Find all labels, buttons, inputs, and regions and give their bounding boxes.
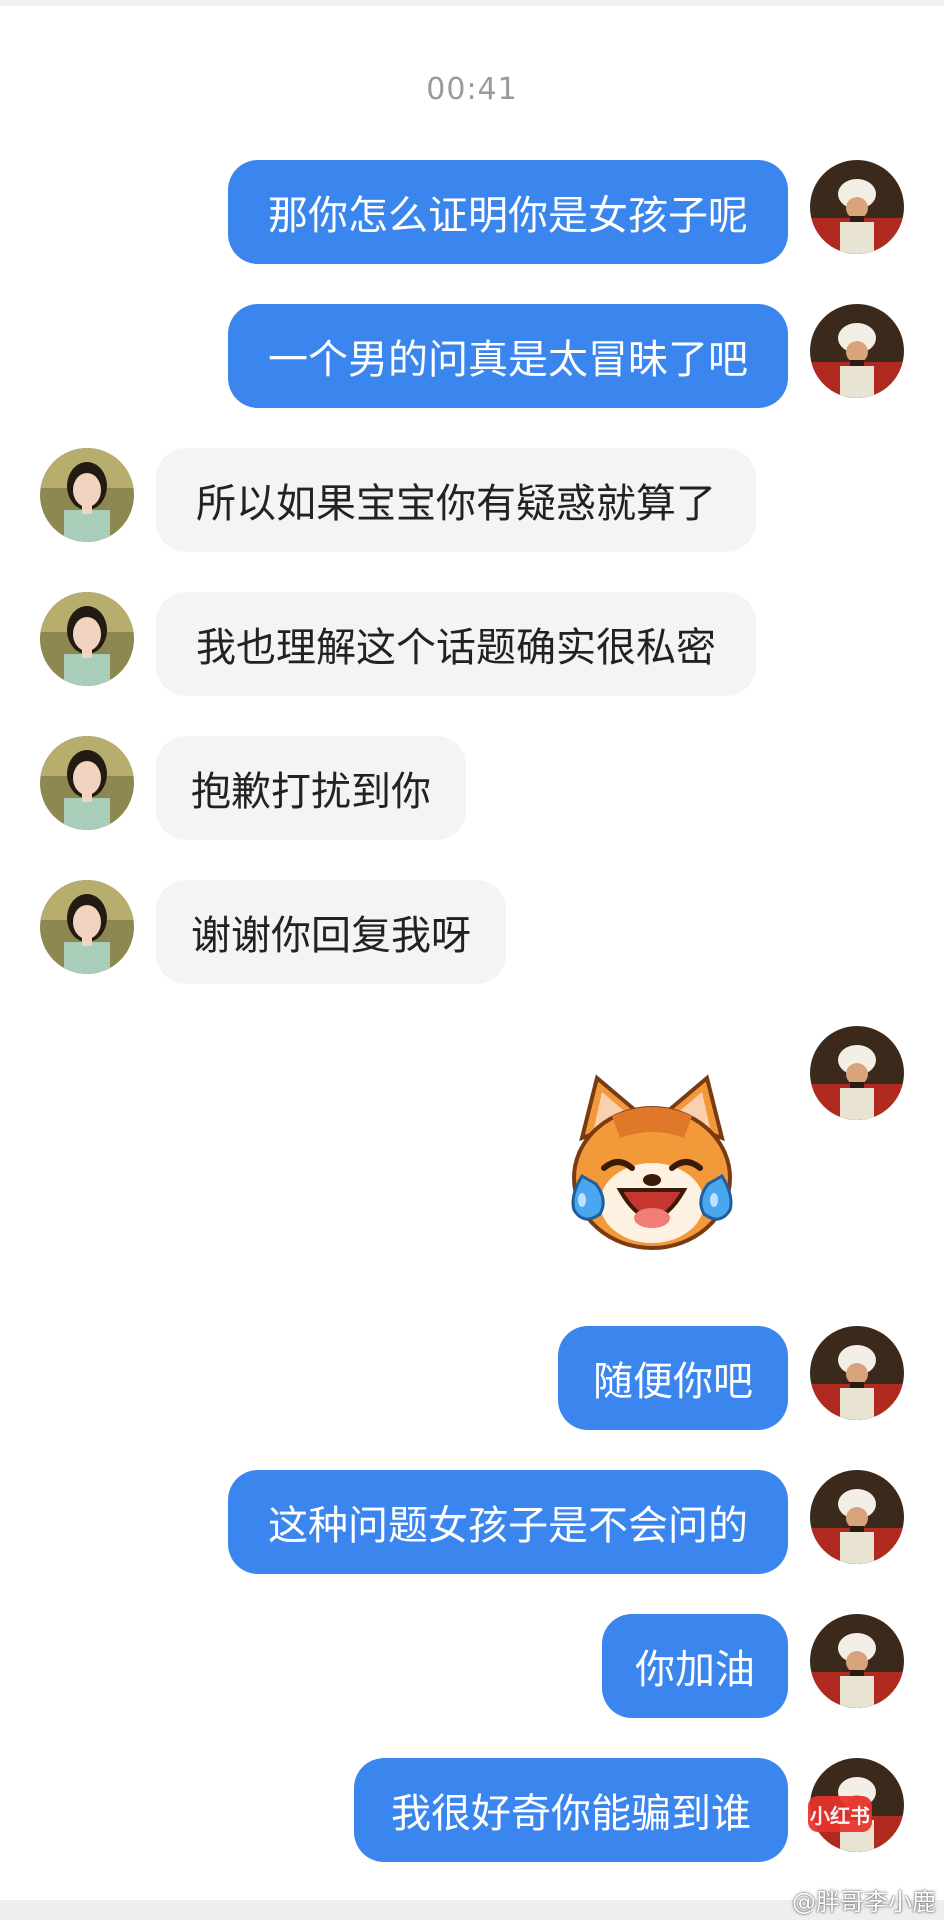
message-row-sent: 随便你吧 [0, 1326, 944, 1430]
message-row-sent: 那你怎么证明你是女孩子呢 [0, 160, 944, 264]
message-row-received: 谢谢你回复我呀 [0, 880, 944, 984]
chat-timestamp: 00:41 [426, 72, 518, 107]
user-avatar[interactable] [810, 1326, 904, 1420]
user-avatar[interactable] [810, 1026, 904, 1120]
watermark-logo: 小红书 [808, 1796, 872, 1832]
user-avatar[interactable] [810, 1614, 904, 1708]
sent-message-bubble[interactable]: 一个男的问真是太冒昧了吧 [228, 304, 788, 408]
sent-message-bubble[interactable]: 我很好奇你能骗到谁 [354, 1758, 788, 1862]
received-message-bubble[interactable]: 所以如果宝宝你有疑惑就算了 [156, 448, 756, 552]
received-message-bubble[interactable]: 抱歉打扰到你 [156, 736, 466, 840]
sent-message-bubble[interactable]: 随便你吧 [558, 1326, 788, 1430]
user-avatar[interactable] [810, 304, 904, 398]
message-row-sent: 一个男的问真是太冒昧了吧 [0, 304, 944, 408]
sent-message-bubble[interactable]: 这种问题女孩子是不会问的 [228, 1470, 788, 1574]
laughing-crying-cat-sticker-icon[interactable] [552, 1068, 752, 1268]
user-avatar[interactable] [810, 160, 904, 254]
message-row-received: 所以如果宝宝你有疑惑就算了 [0, 448, 944, 552]
message-row-sent-sticker [0, 1026, 944, 1266]
received-message-bubble[interactable]: 谢谢你回复我呀 [156, 880, 506, 984]
message-row-sent: 我很好奇你能骗到谁 [0, 1758, 944, 1862]
top-divider [0, 0, 944, 6]
contact-avatar[interactable] [40, 592, 134, 686]
message-row-sent: 这种问题女孩子是不会问的 [0, 1470, 944, 1574]
watermark-text: @胖哥李小鹿 [792, 1888, 936, 1916]
user-avatar[interactable] [810, 1470, 904, 1564]
message-row-received: 抱歉打扰到你 [0, 736, 944, 840]
contact-avatar[interactable] [40, 880, 134, 974]
contact-avatar[interactable] [40, 736, 134, 830]
sent-message-bubble[interactable]: 那你怎么证明你是女孩子呢 [228, 160, 788, 264]
message-row-sent: 你加油 [0, 1614, 944, 1718]
received-message-bubble[interactable]: 我也理解这个话题确实很私密 [156, 592, 756, 696]
contact-avatar[interactable] [40, 448, 134, 542]
message-row-received: 我也理解这个话题确实很私密 [0, 592, 944, 696]
sent-message-bubble[interactable]: 你加油 [602, 1614, 788, 1718]
